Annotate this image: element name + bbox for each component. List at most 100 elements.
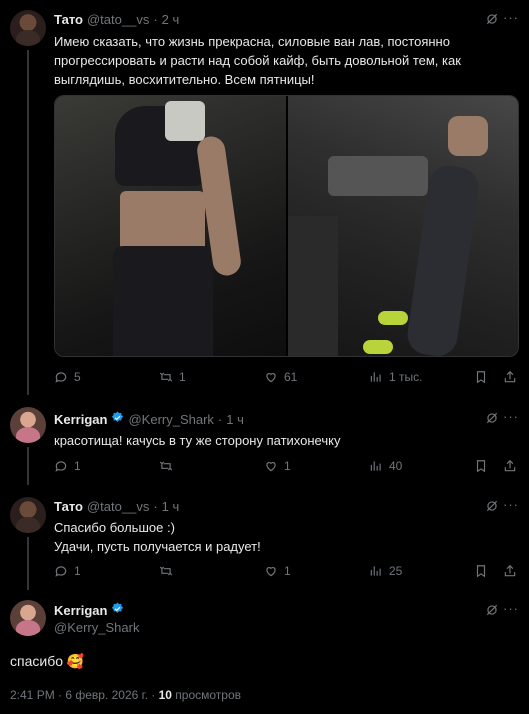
author-handle[interactable]: @tato__vs [87, 12, 149, 27]
reply-count: 1 [74, 459, 81, 473]
author-handle[interactable]: @Kerry_Shark [54, 620, 139, 635]
machine [287, 216, 338, 356]
repost-button[interactable] [159, 564, 173, 578]
reply-count: 5 [74, 370, 81, 384]
handle-row: @Kerry_Shark [54, 620, 139, 635]
grok-icon[interactable] [485, 12, 499, 26]
separator-dot: · [217, 412, 223, 427]
bookmark-button[interactable] [474, 459, 488, 473]
views-count: 1 тыс. [389, 370, 423, 384]
thread-line [27, 50, 29, 395]
reply-button[interactable]: 1 [54, 459, 81, 473]
like-button[interactable]: 1 [264, 564, 291, 578]
figure-arm-2 [447, 116, 488, 156]
more-icon[interactable]: ··· [503, 497, 519, 512]
views-icon [370, 566, 381, 576]
shoe-1 [377, 311, 408, 325]
tweet-meta: 2:41 PM · 6 февр. 2026 г. · 10 просмотро… [10, 688, 241, 702]
views-icon [370, 372, 381, 382]
separator-dot: · [153, 499, 158, 514]
repost-button[interactable]: 1 [159, 370, 186, 384]
tweet-text-line: Спасибо большое :) [54, 520, 175, 535]
avatar-kerrigan[interactable] [10, 600, 46, 636]
views-button[interactable]: 1 тыс. [369, 370, 422, 384]
grok-icon[interactable] [485, 411, 499, 425]
tweet-text: Имею сказать, что жизнь прекрасна, силов… [54, 34, 461, 87]
tweet-time[interactable]: 2 ч [162, 12, 180, 27]
share-icon [504, 370, 516, 383]
smiling-face-with-hearts-emoji: 🥰 [66, 653, 85, 669]
like-icon [266, 373, 276, 383]
share-button[interactable] [503, 564, 517, 578]
like-button[interactable]: 1 [264, 459, 291, 473]
like-button[interactable]: 61 [264, 370, 297, 384]
tweet-header: Kerrigan [54, 602, 124, 618]
separator-dot: · [153, 12, 158, 27]
views-count: 40 [389, 459, 403, 473]
repost-count: 1 [179, 370, 186, 384]
like-count: 1 [284, 459, 291, 473]
avatar-kerrigan[interactable] [10, 407, 46, 443]
figure-torso [120, 191, 205, 251]
avatar-tato[interactable] [10, 10, 46, 46]
avatar-tato[interactable] [10, 497, 46, 533]
bookmark-icon [476, 460, 486, 473]
main-tweet-text: спасибо 🥰 [10, 653, 84, 670]
tweet-2[interactable]: Kerrigan @Kerry_Shark · 1 ч ··· красотищ… [0, 395, 529, 485]
more-icon[interactable]: ··· [503, 10, 519, 25]
reply-button[interactable]: 5 [54, 370, 81, 384]
bookmark-icon [476, 565, 486, 578]
like-count: 61 [284, 370, 298, 384]
author-name[interactable]: Тато [54, 499, 83, 514]
repost-icon [159, 566, 173, 576]
tweet-1[interactable]: Тато @tato__vs · 2 ч ··· Имею сказать, ч… [0, 0, 529, 395]
media-gallery[interactable] [54, 95, 519, 357]
author-handle[interactable]: @Kerry_Shark [128, 412, 213, 427]
action-bar: 1 1 40 [54, 459, 519, 477]
bookmark-button[interactable] [474, 370, 488, 384]
share-icon [504, 459, 516, 472]
timestamp[interactable]: 2:41 PM · 6 февр. 2026 г. · [10, 688, 159, 702]
thread-line [27, 447, 29, 485]
views-button[interactable]: 40 [369, 459, 402, 473]
repost-button[interactable] [159, 459, 173, 473]
phone [165, 101, 205, 141]
grok-icon[interactable] [485, 499, 499, 513]
like-count: 1 [284, 564, 291, 578]
author-handle[interactable]: @tato__vs [87, 499, 149, 514]
author-name[interactable]: Kerrigan [54, 412, 107, 427]
tweet-time[interactable]: 1 ч [162, 499, 180, 514]
tweet-header: Kerrigan @Kerry_Shark · 1 ч [54, 411, 244, 427]
reply-icon [55, 372, 67, 383]
tweet-text: красотища! качусь в ту же сторону патихо… [54, 433, 341, 448]
share-button[interactable] [503, 370, 517, 384]
tweet-text-line: Удачи, пусть получается и радует! [54, 539, 261, 554]
grok-icon[interactable] [485, 603, 499, 617]
thread-line [27, 537, 29, 590]
author-name[interactable]: Kerrigan [54, 603, 107, 618]
author-name[interactable]: Тато [54, 12, 83, 27]
tweet-header: Тато @tato__vs · 2 ч [54, 12, 179, 27]
tweet-3[interactable]: Тато @tato__vs · 1 ч ··· Спасибо большое… [0, 485, 529, 590]
views-button[interactable]: 25 [369, 564, 402, 578]
views-count: 25 [389, 564, 403, 578]
photo-gym[interactable] [287, 96, 518, 356]
tweet-text: Спасибо большое :) Удачи, пусть получает… [54, 518, 514, 556]
photo-mirror-selfie[interactable] [55, 96, 286, 356]
figure-leggings [113, 246, 213, 356]
tweet-time[interactable]: 1 ч [226, 412, 244, 427]
reply-icon [55, 566, 67, 577]
reply-button[interactable]: 1 [54, 564, 81, 578]
reply-icon [55, 461, 67, 472]
repost-icon [159, 461, 173, 471]
more-icon[interactable]: ··· [503, 409, 519, 424]
share-button[interactable] [503, 459, 517, 473]
bookmark-button[interactable] [474, 564, 488, 578]
views-number: 10 [158, 688, 172, 702]
views-icon [370, 461, 381, 471]
repost-icon [159, 372, 173, 382]
more-icon[interactable]: ··· [503, 601, 519, 616]
action-bar: 1 1 25 [54, 564, 519, 582]
action-bar: 5 1 61 1 тыс. [54, 370, 519, 388]
bench [327, 156, 428, 196]
